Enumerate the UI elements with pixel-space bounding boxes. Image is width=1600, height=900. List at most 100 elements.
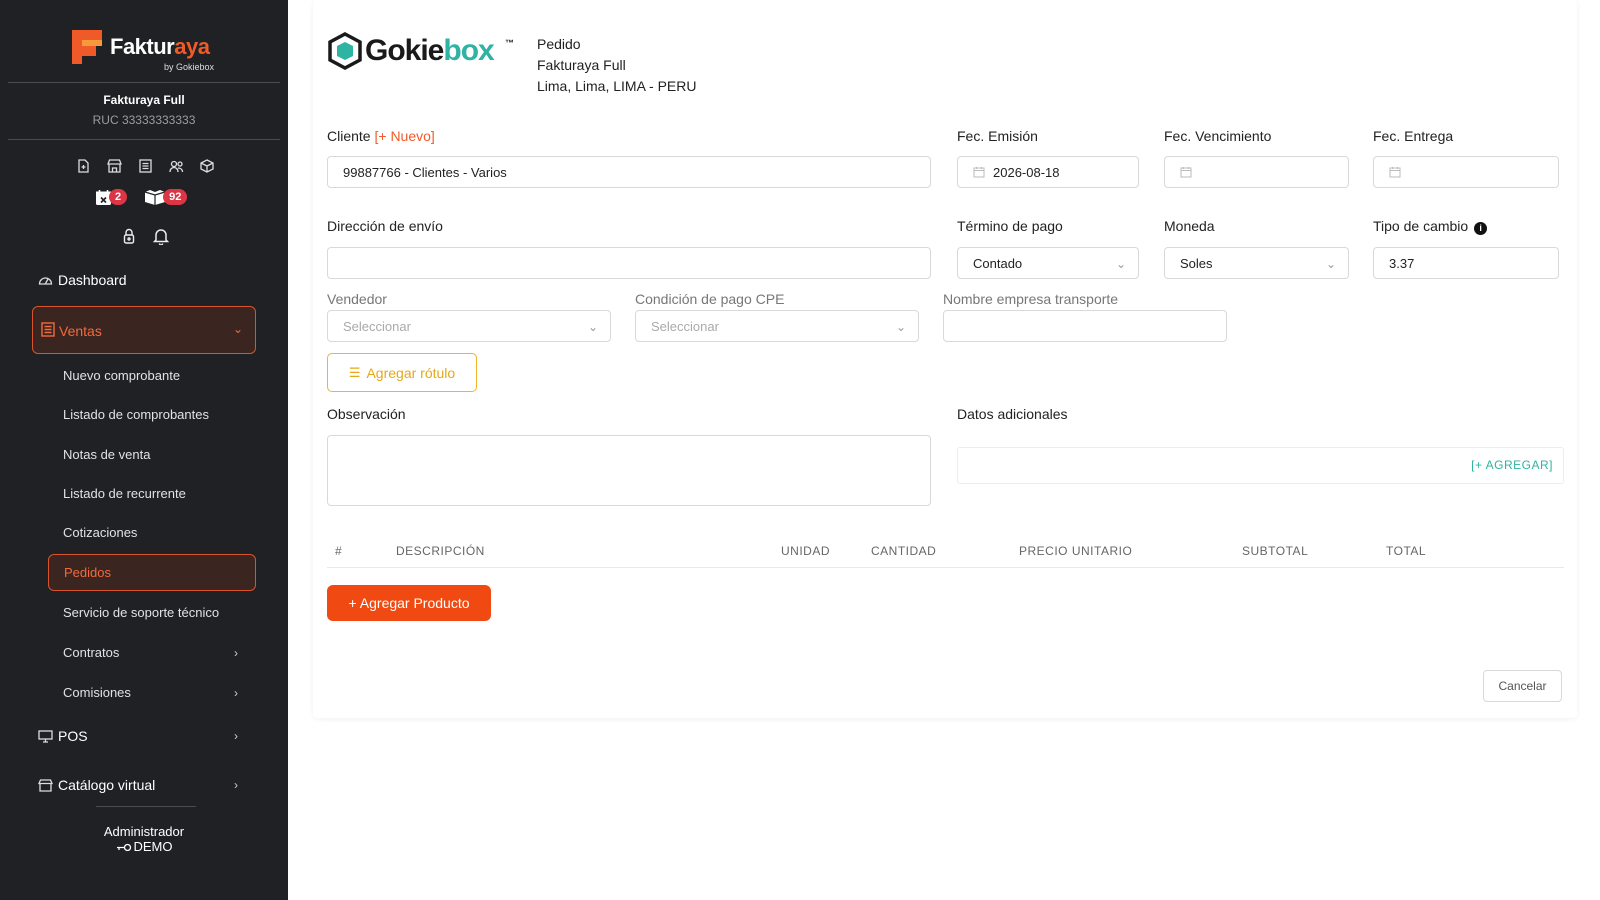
gokiebox-logo: Gokiebox ™ bbox=[327, 32, 517, 72]
sub-pedidos[interactable]: Pedidos bbox=[48, 554, 256, 591]
agregar-rotulo-label: Agregar rótulo bbox=[366, 364, 456, 381]
direccion-input[interactable] bbox=[327, 247, 931, 279]
cliente-label: Cliente [+ Nuevo] bbox=[327, 128, 435, 144]
fec-emision-input[interactable]: 2026-08-18 bbox=[957, 156, 1139, 188]
store-icon[interactable] bbox=[106, 158, 122, 174]
tipo-cambio-label: Tipo de cambio i bbox=[1373, 218, 1488, 235]
calendar-count-badge: 2 bbox=[109, 189, 128, 205]
sub-listado-comprobantes[interactable]: Listado de comprobantes bbox=[63, 407, 209, 422]
store-icon bbox=[38, 778, 54, 792]
user-role: Administrador bbox=[103, 824, 185, 839]
tipo-cambio-value: 3.37 bbox=[1389, 255, 1415, 271]
agregar-datos-link[interactable]: [+ AGREGAR] bbox=[1471, 458, 1553, 472]
chevron-right-icon: › bbox=[234, 686, 238, 700]
trademark: ™ bbox=[505, 38, 514, 48]
agregar-rotulo-button[interactable]: ☰ Agregar rótulo bbox=[327, 353, 477, 392]
fec-emision-label: Fec. Emisión bbox=[957, 128, 1038, 144]
sub-listado-recurrente[interactable]: Listado de recurrente bbox=[63, 486, 186, 501]
termino-select[interactable]: Contado ⌄ bbox=[957, 247, 1139, 279]
cancel-button[interactable]: Cancelar bbox=[1483, 670, 1562, 702]
calendar-badge[interactable]: 2 bbox=[93, 188, 128, 206]
condicion-placeholder: Seleccionar bbox=[651, 318, 719, 334]
info-icon[interactable]: i bbox=[1474, 222, 1488, 235]
fec-entrega-label: Fec. Entrega bbox=[1373, 128, 1454, 144]
transporte-label: Nombre empresa transporte bbox=[943, 291, 1119, 307]
col-descripcion: DESCRIPCIÓN bbox=[396, 544, 485, 558]
fec-vencimiento-input[interactable] bbox=[1164, 156, 1349, 188]
cliente-select[interactable]: 99887766 - Clientes - Varios bbox=[327, 156, 931, 188]
calendar-icon bbox=[1389, 166, 1401, 178]
nav-catalogo[interactable]: Catálogo virtual bbox=[38, 777, 155, 793]
tool-icons bbox=[120, 227, 170, 245]
fec-entrega-input[interactable] bbox=[1373, 156, 1559, 188]
boxes-badge[interactable]: 92 bbox=[143, 188, 188, 206]
nav-ventas[interactable]: Ventas ⌄ bbox=[32, 306, 256, 354]
nav-catalogo-label: Catálogo virtual bbox=[58, 777, 156, 793]
sub-notas-venta[interactable]: Notas de venta bbox=[63, 447, 150, 462]
chevron-down-icon: ⌄ bbox=[587, 320, 598, 334]
chevron-down-icon: ⌄ bbox=[895, 320, 906, 334]
gauge-icon bbox=[38, 273, 54, 287]
moneda-select[interactable]: Soles ⌄ bbox=[1164, 247, 1349, 279]
nav-dashboard[interactable]: Dashboard bbox=[38, 272, 127, 288]
bell-icon[interactable] bbox=[152, 227, 170, 245]
chevron-down-icon: ⌄ bbox=[233, 322, 244, 336]
chevron-right-icon: › bbox=[234, 778, 238, 792]
box-icon[interactable] bbox=[199, 158, 215, 174]
file-plus-icon[interactable] bbox=[75, 158, 91, 174]
doc-type: Pedido bbox=[537, 36, 581, 52]
quick-access-bar bbox=[75, 158, 215, 176]
sub-pedidos-label: Pedidos bbox=[64, 565, 111, 580]
vendedor-label: Vendedor bbox=[327, 291, 387, 307]
direccion-label: Dirección de envío bbox=[327, 218, 443, 234]
sidebar: Fakturaya by Gokiebox Fakturaya Full RUC… bbox=[0, 0, 288, 900]
chevron-right-icon: › bbox=[234, 729, 238, 743]
sub-nuevo-comprobante[interactable]: Nuevo comprobante bbox=[63, 368, 180, 383]
datos-label: Datos adicionales bbox=[957, 406, 1068, 422]
vendedor-select[interactable]: Seleccionar ⌄ bbox=[327, 310, 611, 342]
notification-badges: 2 92 bbox=[93, 188, 188, 206]
order-form-card bbox=[313, 0, 1577, 718]
calendar-icon bbox=[973, 166, 985, 178]
cliente-value: 99887766 - Clientes - Varios bbox=[343, 164, 507, 180]
sub-soporte-tecnico[interactable]: Servicio de soporte técnico bbox=[63, 605, 219, 620]
brand-byline: by Gokiebox bbox=[164, 62, 215, 72]
doc-company: Fakturaya Full bbox=[537, 57, 626, 73]
doc-location: Lima, Lima, LIMA - PERU bbox=[537, 78, 697, 94]
moneda-value: Soles bbox=[1180, 255, 1213, 271]
datos-adicionales-box: [+ AGREGAR] bbox=[957, 447, 1564, 484]
transporte-input[interactable] bbox=[943, 310, 1227, 342]
observacion-textarea[interactable] bbox=[327, 435, 931, 506]
condicion-select[interactable]: Seleccionar ⌄ bbox=[635, 310, 919, 342]
user-name-label: DEMO bbox=[133, 839, 173, 854]
agregar-producto-button[interactable]: + Agregar Producto bbox=[327, 585, 491, 621]
user-name[interactable]: DEMO bbox=[0, 839, 288, 854]
sub-cotizaciones[interactable]: Cotizaciones bbox=[63, 525, 137, 540]
calendar-icon bbox=[1180, 166, 1192, 178]
termino-label: Término de pago bbox=[957, 218, 1063, 234]
list-icon[interactable] bbox=[137, 158, 153, 174]
document-header: Pedido Fakturaya Full Lima, Lima, LIMA -… bbox=[537, 34, 697, 97]
company-name: Fakturaya Full bbox=[103, 93, 185, 107]
col-number: # bbox=[335, 544, 343, 558]
lock-icon[interactable] bbox=[120, 227, 138, 245]
receipt-icon bbox=[41, 322, 57, 338]
fakturaya-logo-mark-icon bbox=[72, 30, 102, 64]
new-client-link[interactable]: [+ Nuevo] bbox=[374, 128, 434, 144]
col-total: TOTAL bbox=[1386, 544, 1427, 558]
nav-pos[interactable]: POS bbox=[38, 728, 88, 744]
gokiebox-cube-icon bbox=[328, 32, 362, 70]
moneda-label: Moneda bbox=[1164, 218, 1215, 234]
users-icon[interactable] bbox=[168, 158, 184, 174]
fec-emision-value: 2026-08-18 bbox=[993, 164, 1060, 180]
nav-ventas-label: Ventas bbox=[59, 323, 102, 339]
company-ruc: RUC 33333333333 bbox=[92, 113, 196, 127]
divider bbox=[8, 82, 280, 83]
fakturaya-logo[interactable]: Fakturaya by Gokiebox bbox=[68, 26, 228, 74]
sub-contratos[interactable]: Contratos bbox=[63, 645, 119, 660]
chevron-right-icon: › bbox=[234, 646, 238, 660]
sub-comisiones[interactable]: Comisiones bbox=[63, 685, 131, 700]
col-cantidad: CANTIDAD bbox=[871, 544, 937, 558]
tipo-cambio-input[interactable]: 3.37 bbox=[1373, 247, 1559, 279]
col-precio-unitario: PRECIO UNITARIO bbox=[1019, 544, 1133, 558]
